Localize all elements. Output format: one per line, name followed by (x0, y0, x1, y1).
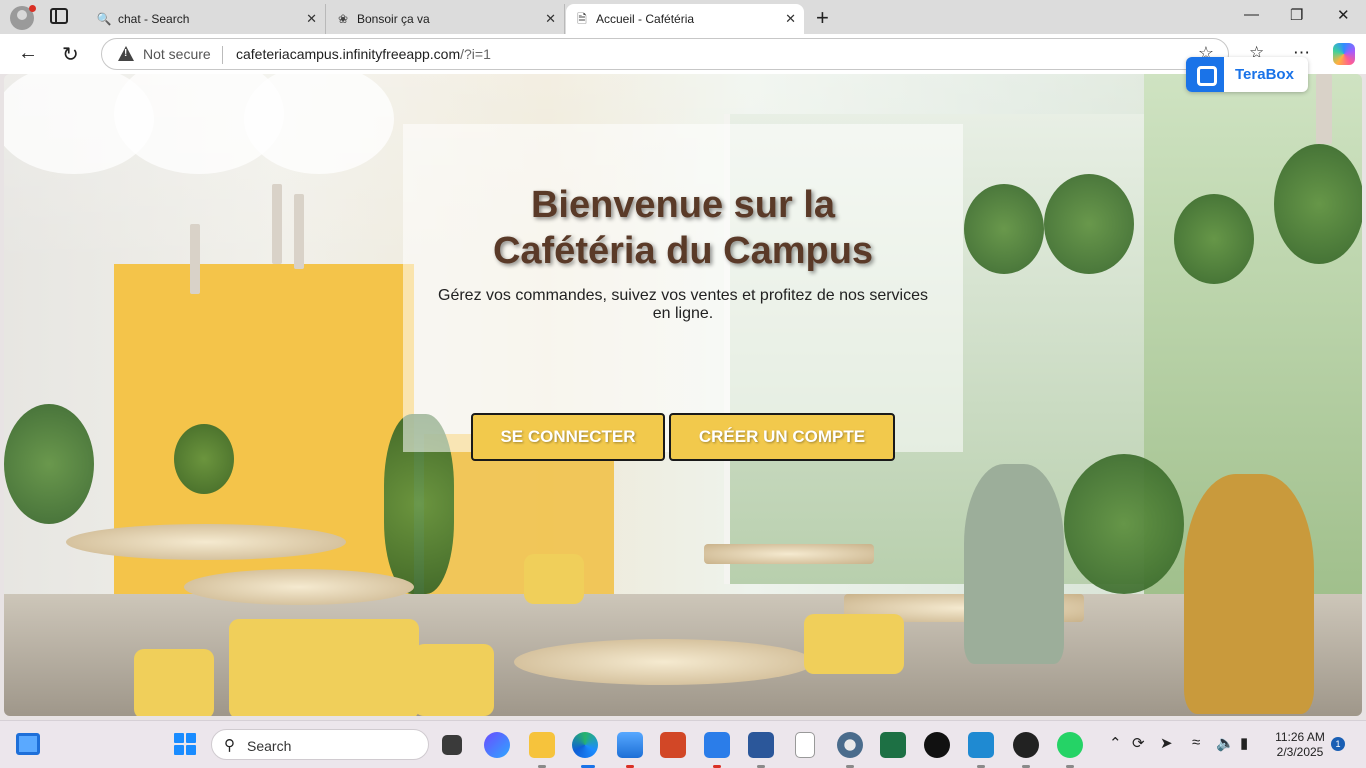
tab-title: chat - Search (118, 12, 190, 26)
hero-panel: Bienvenue sur la Cafétéria du Campus Gér… (403, 124, 963, 461)
pendant-lamp (190, 224, 200, 294)
tab-bonsoir[interactable]: ❀ Bonsoir ça va ✕ (327, 4, 565, 34)
potted-plant (174, 424, 234, 494)
hero-subtitle: Gérez vos commandes, suivez vos ventes e… (438, 287, 928, 322)
pendant-lamp (294, 194, 304, 269)
minimize-icon[interactable]: — (1244, 6, 1259, 23)
outdoor-tree (1064, 454, 1184, 594)
chevron-up-icon[interactable]: ⌃ (1109, 734, 1122, 752)
sync-icon[interactable]: ⟳ (1132, 734, 1145, 752)
pendant-lamp (272, 184, 282, 264)
tab-accueil[interactable]: 🗎 Accueil - Cafétéria ✕ (566, 4, 804, 34)
tab-chat-search[interactable]: 🔍 chat - Search ✕ (88, 4, 326, 34)
restore-icon[interactable]: ❐ (1290, 6, 1303, 24)
powerpoint-icon[interactable] (660, 732, 686, 758)
clock-time: 11:26 AM (1275, 730, 1325, 744)
signup-button[interactable]: CRÉER UN COMPTE (669, 413, 895, 461)
clock-date: 2/3/2025 (1276, 745, 1324, 759)
terabox-label: TeraBox (1235, 66, 1294, 83)
search-placeholder: Search (247, 738, 292, 754)
taskbar-search[interactable]: ⚲ Search (211, 729, 429, 760)
file-explorer-icon[interactable] (529, 732, 555, 758)
clock[interactable]: 11:26 AM 2/3/2025 (1272, 730, 1328, 760)
address-bar[interactable]: Not secure cafeteriacampus.infinityfreea… (101, 38, 1229, 70)
close-tab-icon[interactable]: ✕ (306, 11, 317, 27)
hanging-plant (1174, 194, 1254, 284)
settings-icon[interactable] (837, 732, 863, 758)
store-icon[interactable] (704, 732, 730, 758)
seated-person (1184, 474, 1314, 714)
word-icon[interactable] (748, 732, 774, 758)
seated-person (964, 464, 1064, 664)
url-host: cafeteriacampus.infinityfreeapp.com (236, 46, 461, 62)
notification-badge[interactable]: 1 (1331, 737, 1345, 751)
paper-lantern (244, 74, 394, 174)
chatgpt-icon: ❀ (337, 12, 349, 26)
excel-icon[interactable] (880, 732, 906, 758)
tab-strip: 🔍 chat - Search ✕ ❀ Bonsoir ça va ✕ 🗎 Ac… (0, 0, 1366, 34)
notepad-icon[interactable] (795, 732, 815, 758)
whatsapp-icon[interactable] (1057, 732, 1083, 758)
yellow-chair (804, 614, 904, 674)
reload-icon[interactable]: ↻ (62, 42, 79, 67)
round-table (514, 639, 814, 685)
new-tab-icon[interactable]: + (816, 5, 829, 31)
terabox-icon (1186, 57, 1224, 92)
yellow-chair (414, 644, 494, 716)
warning-icon[interactable] (118, 46, 134, 61)
login-button[interactable]: SE CONNECTER (471, 413, 665, 461)
location-icon[interactable]: ➤ (1160, 734, 1173, 752)
round-table (184, 569, 414, 605)
media-player-icon[interactable] (1013, 732, 1039, 758)
yellow-chair (229, 619, 419, 716)
hanging-plant (1274, 144, 1362, 264)
square-table (704, 544, 874, 564)
edge-icon[interactable] (572, 732, 598, 758)
profile-avatar[interactable] (10, 5, 36, 30)
notification-dot (29, 5, 36, 12)
search-icon: 🔍 (96, 12, 112, 26)
volume-icon[interactable]: 🔈 (1216, 734, 1235, 752)
photos-icon[interactable] (617, 732, 643, 758)
hero-title-line1: Bienvenue sur la (530, 184, 836, 226)
tab-title: Accueil - Cafétéria (596, 12, 695, 26)
hero-title: Bienvenue sur la Cafétéria du Campus (403, 182, 963, 274)
pendant-lamp (1316, 74, 1332, 144)
close-window-icon[interactable]: ✕ (1337, 6, 1350, 24)
wifi-icon[interactable]: ≈ (1192, 734, 1200, 751)
yellow-chair (134, 649, 214, 716)
start-button[interactable] (174, 733, 196, 755)
hero-title-line2: Cafétéria du Campus (492, 230, 874, 272)
widgets-icon[interactable] (16, 733, 40, 755)
tab-actions-icon[interactable] (50, 8, 68, 24)
round-table (66, 524, 346, 560)
back-icon[interactable]: ← (18, 42, 38, 65)
task-view-icon[interactable] (442, 735, 462, 755)
yellow-chair (524, 554, 584, 604)
tab-title: Bonsoir ça va (357, 12, 430, 26)
close-tab-icon[interactable]: ✕ (545, 11, 556, 27)
battery-icon[interactable]: ▮ (1240, 734, 1248, 752)
url-text[interactable]: cafeteriacampus.infinityfreeapp.com/?i=1 (236, 46, 491, 62)
close-tab-icon[interactable]: ✕ (785, 11, 796, 27)
security-label[interactable]: Not secure (143, 46, 211, 62)
terabox-extension-button[interactable]: TeraBox (1186, 57, 1308, 92)
vscode-icon[interactable] (968, 732, 994, 758)
divider (222, 46, 223, 64)
url-path: /?i=1 (460, 46, 491, 62)
page-viewport: Bienvenue sur la Cafétéria du Campus Gér… (4, 74, 1362, 716)
tiktok-icon[interactable] (924, 732, 950, 758)
page-icon: 🗎 (577, 12, 587, 26)
search-icon: ⚲ (224, 737, 235, 754)
taskbar: ⚲ Search ⌃ ⟳ ➤ ≈ 🔈 ▮ 11:26 AM 2/3/2025 1 (0, 720, 1366, 768)
hanging-plant (1044, 174, 1134, 274)
potted-plant (4, 404, 94, 524)
copilot-app-icon[interactable] (484, 732, 510, 758)
copilot-icon[interactable] (1333, 43, 1355, 65)
hanging-plant (964, 184, 1044, 274)
address-row: ← ↻ Not secure cafeteriacampus.infinityf… (0, 34, 1366, 74)
